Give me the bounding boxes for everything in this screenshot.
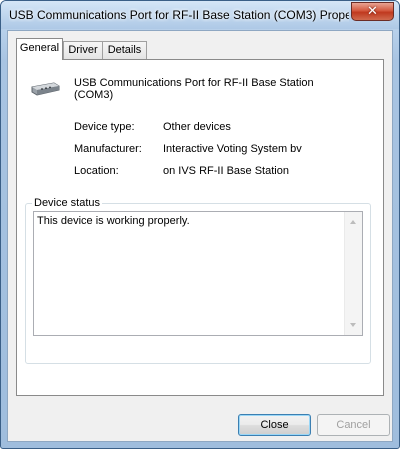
scroll-down-icon[interactable] (350, 323, 356, 327)
close-button[interactable]: Close (238, 414, 311, 436)
device-type-label: Device type: (74, 121, 135, 133)
manufacturer-value: Interactive Voting System bv (163, 143, 302, 155)
device-name: USB Communications Port for RF-II Base S… (74, 77, 334, 101)
tab-general[interactable]: General (16, 38, 63, 60)
device-status-legend: Device status (32, 197, 103, 209)
status-scrollbar[interactable] (344, 212, 362, 335)
cancel-button[interactable]: Cancel (317, 414, 390, 436)
location-value: on IVS RF-II Base Station (163, 165, 289, 177)
scroll-up-icon[interactable] (350, 220, 356, 224)
serial-port-icon (31, 82, 60, 96)
tab-driver[interactable]: Driver (63, 41, 103, 59)
device-status-textbox[interactable]: This device is working properly. (33, 211, 363, 336)
location-label: Location: (74, 165, 119, 177)
properties-window: USB Communications Port for RF-II Base S… (0, 0, 400, 449)
device-name-line2: (COM3) (74, 89, 114, 101)
tab-details[interactable]: Details (102, 41, 147, 59)
title-bar[interactable]: USB Communications Port for RF-II Base S… (1, 1, 399, 29)
device-name-line1: USB Communications Port for RF-II Base S… (74, 77, 314, 89)
manufacturer-label: Manufacturer: (74, 143, 142, 155)
window-title: USB Communications Port for RF-II Base S… (9, 8, 349, 22)
window-close-button[interactable]: ✕ (351, 2, 394, 21)
close-icon: ✕ (367, 4, 378, 19)
device-type-value: Other devices (163, 121, 231, 133)
device-status-text: This device is working properly. (37, 215, 190, 227)
dialog-client-area: General Driver Details USB Communication… (7, 30, 393, 442)
